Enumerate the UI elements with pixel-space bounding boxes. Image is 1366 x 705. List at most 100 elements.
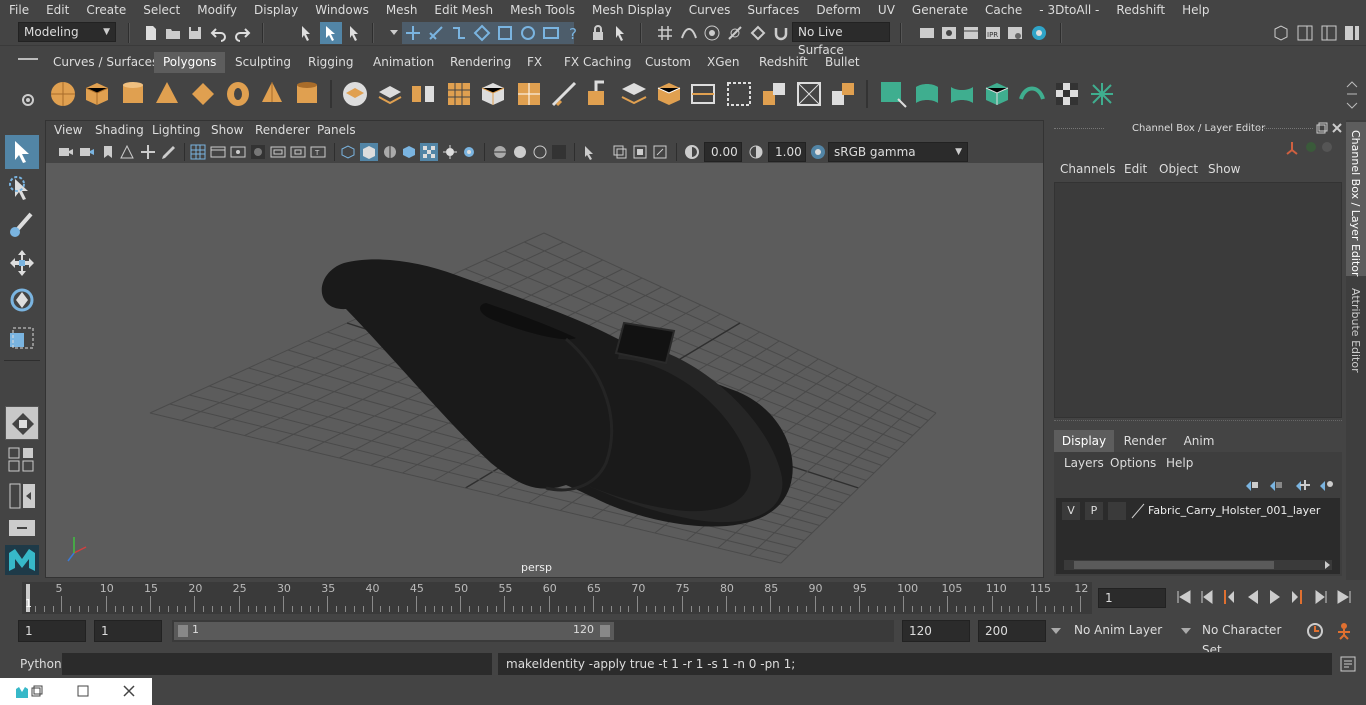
render-settings-icon[interactable]: [1006, 24, 1024, 42]
target-weld-icon[interactable]: [759, 79, 789, 109]
gamma-field[interactable]: 1.00: [768, 142, 806, 162]
menu-generate[interactable]: Generate: [903, 3, 976, 17]
tab-polygons[interactable]: Polygons: [154, 52, 226, 73]
menu-file[interactable]: File: [0, 3, 37, 17]
multi-cut-icon[interactable]: [549, 79, 579, 109]
poly-pipe-icon[interactable]: [292, 79, 322, 109]
snap-curve-icon[interactable]: [427, 24, 445, 42]
scroll-right-icon[interactable]: [1322, 560, 1332, 570]
layer-visibility-toggle[interactable]: V: [1062, 502, 1080, 520]
xray-active-components-icon[interactable]: [612, 144, 628, 160]
make-live-icon[interactable]: [749, 24, 767, 42]
panel-menu-shading[interactable]: Shading: [95, 123, 144, 137]
ambient-occlusion-icon[interactable]: [461, 144, 477, 160]
single-pane-layout-icon[interactable]: [5, 446, 39, 474]
planar-uv-icon[interactable]: [982, 79, 1012, 109]
lasso-select-icon[interactable]: [5, 172, 39, 206]
shelf-scroll-icon[interactable]: [1346, 80, 1358, 110]
toggle-tool-settings-icon[interactable]: [1320, 24, 1338, 42]
layer-menu-options[interactable]: Options: [1110, 456, 1156, 470]
time-slider[interactable]: 5 10 15 20 25 30 35 40 45 50 55 60 65 70 75 80 85 90 95 100…: [0, 580, 1366, 616]
tab-sculpting[interactable]: Sculpting: [226, 52, 300, 73]
layer-scrollbar[interactable]: [1064, 560, 1332, 570]
mirror-icon[interactable]: [408, 79, 438, 109]
snap-to-view-planes-icon[interactable]: [726, 24, 744, 42]
soft-select-icon[interactable]: [612, 24, 630, 42]
shadows-icon[interactable]: [442, 144, 458, 160]
step-forward-frame-icon[interactable]: [1314, 590, 1328, 604]
select-camera-icon[interactable]: [58, 144, 74, 160]
tab-bullet[interactable]: Bullet: [816, 52, 869, 73]
menu-help[interactable]: Help: [1173, 3, 1217, 17]
magnet-icon[interactable]: [772, 24, 790, 42]
render-current-frame-icon[interactable]: [940, 24, 958, 42]
tab-custom[interactable]: Custom: [636, 52, 700, 73]
gate-mask-icon[interactable]: [250, 144, 266, 160]
select-tool-button[interactable]: [5, 135, 39, 169]
select-by-component-icon[interactable]: [346, 24, 364, 42]
menu-edit[interactable]: Edit: [37, 3, 77, 17]
script-language-label[interactable]: Python: [20, 657, 62, 671]
combine-icon[interactable]: [340, 79, 370, 109]
animation-start-field[interactable]: 1: [18, 620, 86, 642]
checker-uv-icon[interactable]: [1052, 79, 1082, 109]
3d-scene-view[interactable]: persp: [46, 163, 1043, 577]
panel-menu-panels[interactable]: Panels: [317, 123, 356, 137]
automatic-uv-icon[interactable]: [878, 79, 908, 109]
tab-rigging[interactable]: Rigging: [299, 52, 362, 73]
camera-attributes-icon[interactable]: [79, 144, 95, 160]
last-tool-button[interactable]: [5, 406, 39, 440]
gamma-icon[interactable]: [748, 144, 764, 160]
insert-edge-loop-icon[interactable]: [688, 79, 718, 109]
selection-mask-dropdown-icon[interactable]: [388, 26, 400, 38]
poly-cylinder-icon[interactable]: [118, 79, 148, 109]
tab-animation[interactable]: Animation: [364, 52, 443, 73]
safe-action-icon[interactable]: [290, 144, 306, 160]
new-layer-from-selection-icon[interactable]: [1318, 478, 1334, 492]
menu-cache[interactable]: Cache: [976, 3, 1030, 17]
side-tab-channel-box[interactable]: Channel Box / Layer Editor: [1346, 122, 1366, 277]
restore-icon[interactable]: [30, 684, 44, 698]
chevron-down-icon[interactable]: [1180, 626, 1192, 636]
live-surface-field[interactable]: No Live Surface: [792, 22, 890, 57]
tab-curves-surfaces[interactable]: Curves / Surfaces: [44, 52, 167, 73]
fill-hole-icon[interactable]: [828, 79, 858, 109]
cb-menu-object[interactable]: Object: [1159, 162, 1198, 176]
go-to-start-icon[interactable]: [1176, 590, 1192, 604]
layer-color-swatch-icon[interactable]: [1130, 502, 1146, 520]
separate-icon[interactable]: [375, 79, 405, 109]
animation-preferences-icon[interactable]: [1334, 622, 1354, 640]
range-slider[interactable]: 1 120: [172, 620, 894, 642]
cb-menu-channels[interactable]: Channels: [1060, 162, 1116, 176]
bookmark-icon[interactable]: [100, 144, 116, 160]
shelf-settings-gear-icon[interactable]: [20, 92, 36, 108]
textured-icon[interactable]: [401, 144, 417, 160]
poly-prism-icon[interactable]: [257, 79, 287, 109]
paint-select-icon[interactable]: [5, 208, 39, 242]
step-back-key-icon[interactable]: [1222, 589, 1236, 605]
snap-to-grids-icon[interactable]: [656, 24, 674, 42]
uv-transfer-icon[interactable]: [1017, 79, 1047, 109]
layer-tab-display[interactable]: Display: [1054, 430, 1114, 452]
time-ruler[interactable]: 5 10 15 20 25 30 35 40 45 50 55 60 65 70 75 80 85 90 95 100…: [22, 582, 1092, 614]
current-frame-field[interactable]: 1: [1098, 588, 1166, 608]
color-management-icon[interactable]: [810, 144, 826, 160]
offset-edge-loop-icon[interactable]: [724, 79, 754, 109]
tab-fx[interactable]: FX: [518, 52, 551, 73]
append-polygon-icon[interactable]: [654, 79, 684, 109]
two-pane-layout-icon[interactable]: [5, 482, 39, 510]
menu-mesh-tools[interactable]: Mesh Tools: [501, 3, 583, 17]
layer-tab-render[interactable]: Render: [1116, 430, 1174, 452]
select-by-object-button[interactable]: [320, 22, 342, 44]
layer-tab-anim[interactable]: Anim: [1174, 430, 1224, 452]
wireframe-icon[interactable]: [340, 144, 356, 160]
move-layer-down-icon[interactable]: [1268, 478, 1284, 492]
undo-icon[interactable]: [210, 24, 228, 42]
side-tab-attribute-editor[interactable]: Attribute Editor: [1346, 280, 1366, 380]
select-by-hierarchy-icon[interactable]: [298, 24, 316, 42]
snap-component-icon[interactable]: [519, 24, 537, 42]
menu-mesh[interactable]: Mesh: [377, 3, 426, 17]
range-end-grip[interactable]: [600, 625, 610, 637]
help-query-icon[interactable]: ?: [565, 24, 583, 42]
bridge-icon[interactable]: [619, 79, 649, 109]
